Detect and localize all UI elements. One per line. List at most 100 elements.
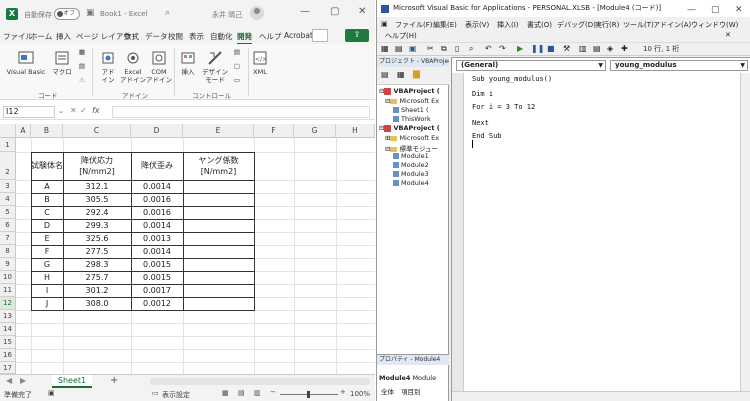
code-window[interactable]: (General) ▼ young_modulus ▼ Sub young_modu… [451,57,750,401]
macro-security-icon[interactable]: ⚠ [76,76,88,84]
tab-view[interactable]: 表示 [189,31,204,42]
tree-item-folder[interactable]: ⊟ Microsoft Ex [385,97,439,105]
redo-icon[interactable]: ↷ [499,44,506,53]
row-header-3[interactable]: 3 [0,180,16,193]
cell-yield-strain[interactable]: 0.0017 [131,286,183,295]
row-header-17[interactable]: 17 [0,362,16,374]
menu-debug[interactable]: デバッグ(D) [557,20,596,30]
comment-button[interactable] [312,29,328,42]
props-object-select[interactable]: Module4 Module [379,374,436,382]
row-header-9[interactable]: 9 [0,258,16,271]
tree-item-thisworkbook[interactable]: ThisWork [393,115,431,123]
page-layout-view-icon[interactable]: ▤ [238,389,245,397]
header-yield-stress[interactable]: 降伏応力 [63,155,131,166]
accessibility-icon[interactable]: ▣ [48,389,55,397]
horizontal-scrollbar[interactable] [150,378,370,385]
tab-insert[interactable]: 挿入 [56,31,71,42]
cell-yield-stress[interactable]: 308.0 [63,299,131,308]
record-macro-icon[interactable]: ▦ [76,48,88,56]
cell-yield-stress[interactable]: 292.4 [63,208,131,217]
zoom-level[interactable]: 100% [350,390,370,398]
view-object-icon[interactable]: ▦ [397,70,405,79]
autosave-toggle[interactable]: オフ [54,8,80,20]
com-addins-button[interactable]: COM アドイン [146,50,172,84]
cell-yield-strain[interactable]: 0.0016 [131,195,183,204]
next-sheet-icon[interactable]: ▶ [20,376,26,385]
code-line[interactable]: Next [472,119,489,127]
menu-tools[interactable]: ツール(T) [623,20,654,30]
code-line[interactable]: Dim i [472,90,493,98]
tab-file[interactable]: ファイル [3,31,33,42]
cell-yield-strain[interactable]: 0.0012 [131,299,183,308]
menu-edit[interactable]: 編集(E) [433,20,457,30]
menu-view[interactable]: 表示(V) [465,20,489,30]
horizontal-scrollbar[interactable] [452,391,750,401]
properties-icon[interactable]: ▤ [232,48,242,56]
tab-home[interactable]: ホーム [30,31,52,42]
code-line[interactable]: For i = 3 To 12 [472,103,535,111]
code-margin[interactable] [452,73,464,391]
relative-reference-icon[interactable]: ▤ [76,62,88,70]
cell-yield-stress[interactable]: 301.2 [63,286,131,295]
tree-item-sheet1[interactable]: Sheet1 ( [393,106,429,114]
row-header-1[interactable]: 1 [0,138,16,152]
undo-icon[interactable]: ↶ [485,44,492,53]
cell-specimen[interactable]: I [31,286,63,295]
row-header-11[interactable]: 11 [0,284,16,297]
code-line[interactable]: Sub young_modulus() [472,75,552,83]
menu-help[interactable]: ヘルプ(H) [385,31,417,41]
zoom-in-icon[interactable]: + [340,388,346,396]
col-header-d[interactable]: D [131,124,183,138]
find-icon[interactable]: ⌕ [469,44,473,54]
menu-insert[interactable]: 挿入(I) [497,20,519,30]
col-header-f[interactable]: F [254,124,294,138]
insert-module-icon[interactable]: ▤ [395,44,403,53]
row-header-2[interactable]: 2 [0,152,16,180]
cell-yield-stress[interactable]: 275.7 [63,273,131,282]
cell-specimen[interactable]: G [31,260,63,269]
save-icon[interactable]: ▣ [409,44,417,53]
tree-item-module4[interactable]: Module4 [393,179,429,187]
cell-specimen[interactable]: H [31,273,63,282]
sheet-tab-sheet1[interactable]: Sheet1 [52,375,92,388]
tab-review[interactable]: 校閲 [168,31,183,42]
col-header-a[interactable]: A [16,124,31,138]
toolbox-icon[interactable]: ✚ [621,44,628,53]
tree-item-personal-project[interactable]: ⊟ VBAProject ( [379,124,440,132]
col-header-e[interactable]: E [183,124,254,138]
cell-yield-strain[interactable]: 0.0016 [131,208,183,217]
insert-function-icon[interactable]: fx [92,106,100,115]
cell-yield-stress[interactable]: 325.6 [63,234,131,243]
view-code-icon[interactable]: ▤ [381,70,389,79]
name-box-dropdown-icon[interactable]: ⌄ [58,107,64,115]
avatar[interactable] [250,6,264,20]
procedure-dropdown[interactable]: young_modulus ▼ [610,60,748,71]
row-header-4[interactable]: 4 [0,193,16,206]
row-header-12[interactable]: 12 [0,297,16,310]
menu-addins[interactable]: アドイン(A) [653,20,691,30]
tab-data[interactable]: データ [145,31,168,42]
normal-view-icon[interactable]: ▦ [222,389,229,397]
reset-icon[interactable]: ■ [547,44,555,53]
cell-yield-stress[interactable]: 312.1 [63,182,131,191]
cell-yield-stress[interactable]: 277.5 [63,247,131,256]
code-line[interactable]: End Sub [472,132,502,140]
minimize-icon[interactable]: — [300,6,310,17]
object-browser-icon[interactable]: ◈ [607,44,613,53]
cell-yield-strain[interactable]: 0.0015 [131,273,183,282]
menu-run[interactable]: 実行(R) [595,20,619,30]
vertical-scrollbar[interactable] [740,73,750,391]
maximize-icon[interactable]: ▢ [330,6,339,17]
tree-item-module1[interactable]: Module1 [393,152,429,160]
visual-basic-button[interactable]: Visual Basic [6,50,46,76]
tree-item-folder[interactable]: ⊞ Microsoft Ex [385,134,439,142]
page-break-view-icon[interactable]: ▥ [254,389,261,397]
object-dropdown[interactable]: (General) ▼ [456,60,606,71]
menu-format[interactable]: 書式(O) [527,20,552,30]
cancel-icon[interactable]: ✕ [70,106,77,115]
props-tab-category[interactable]: 項目別 [401,386,421,396]
name-box[interactable]: I12 [3,106,55,118]
cell-yield-stress[interactable]: 298.3 [63,260,131,269]
row-header-14[interactable]: 14 [0,323,16,336]
col-header-c[interactable]: C [63,124,131,138]
